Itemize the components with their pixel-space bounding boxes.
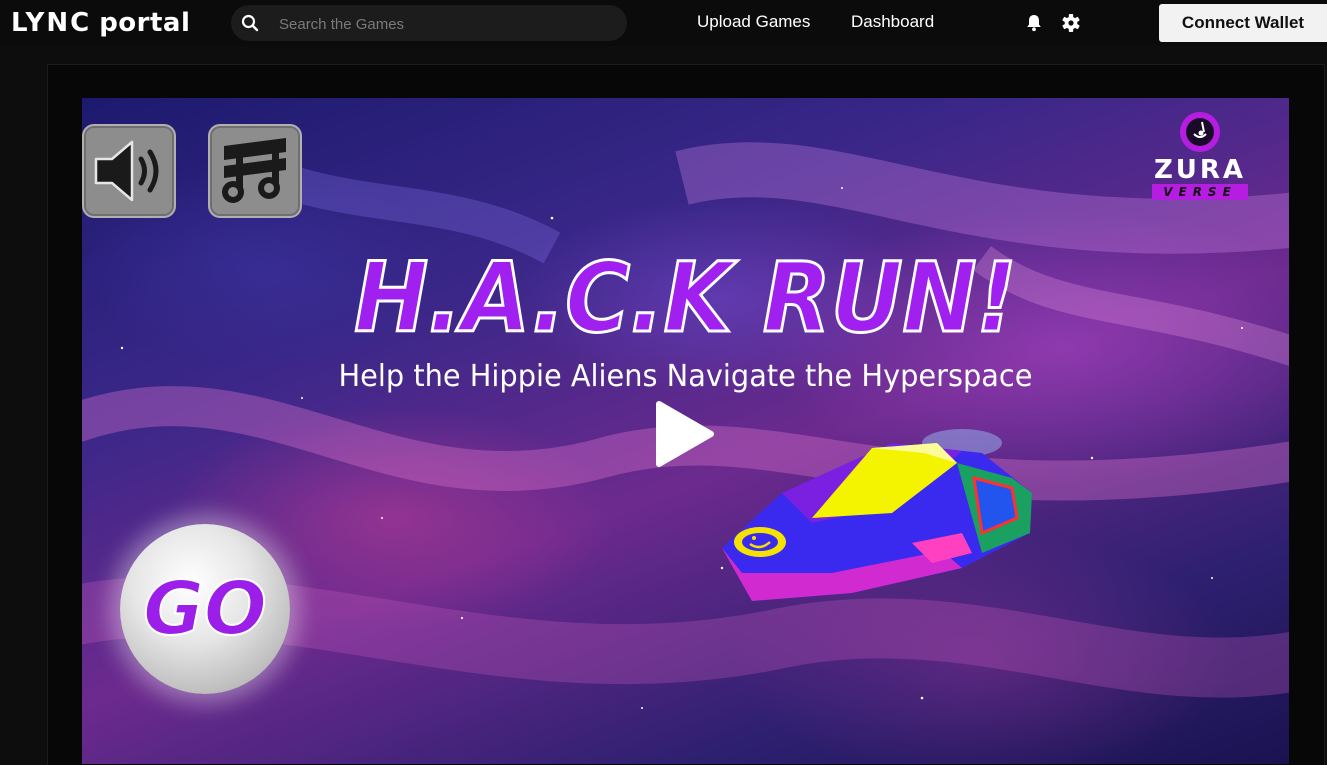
zura-word: ZURA	[1153, 155, 1247, 185]
top-navbar: LYNCportal Upload Games Dashboard Connec…	[0, 0, 1327, 46]
spaceship-illustration	[722, 429, 1032, 601]
music-note-icon	[222, 138, 286, 203]
nav-upload-games[interactable]: Upload Games	[697, 12, 810, 32]
alien-face-icon	[1180, 112, 1220, 152]
music-toggle-button[interactable]	[208, 124, 302, 218]
connect-wallet-button[interactable]: Connect Wallet	[1159, 4, 1327, 42]
search-bar[interactable]	[231, 5, 627, 43]
logo-product: portal	[99, 8, 191, 38]
game-title: H.A.C.K RUN!	[353, 242, 1018, 354]
nav-dashboard[interactable]: Dashboard	[851, 12, 934, 32]
gear-icon[interactable]	[1060, 12, 1082, 34]
game-tagline: Help the Hippie Aliens Navigate the Hype…	[338, 359, 1033, 394]
go-button[interactable]: GO	[120, 524, 290, 694]
search-input[interactable]	[277, 5, 611, 43]
lync-portal-logo[interactable]: LYNC portal	[11, 8, 190, 38]
zura-verse-logo: ZURA VERSE	[1148, 110, 1252, 210]
logo-brand: LYNC	[11, 8, 92, 38]
game-canvas[interactable]: ZURA VERSE H.A.C.K RUN! Help the Hippie …	[82, 98, 1289, 764]
sound-toggle-button[interactable]	[82, 124, 176, 218]
verse-word: VERSE	[1152, 184, 1248, 200]
bell-icon[interactable]	[1023, 12, 1045, 34]
speaker-icon	[94, 140, 159, 202]
play-icon[interactable]	[653, 398, 717, 470]
search-icon	[241, 14, 259, 32]
go-label: GO	[142, 565, 268, 653]
